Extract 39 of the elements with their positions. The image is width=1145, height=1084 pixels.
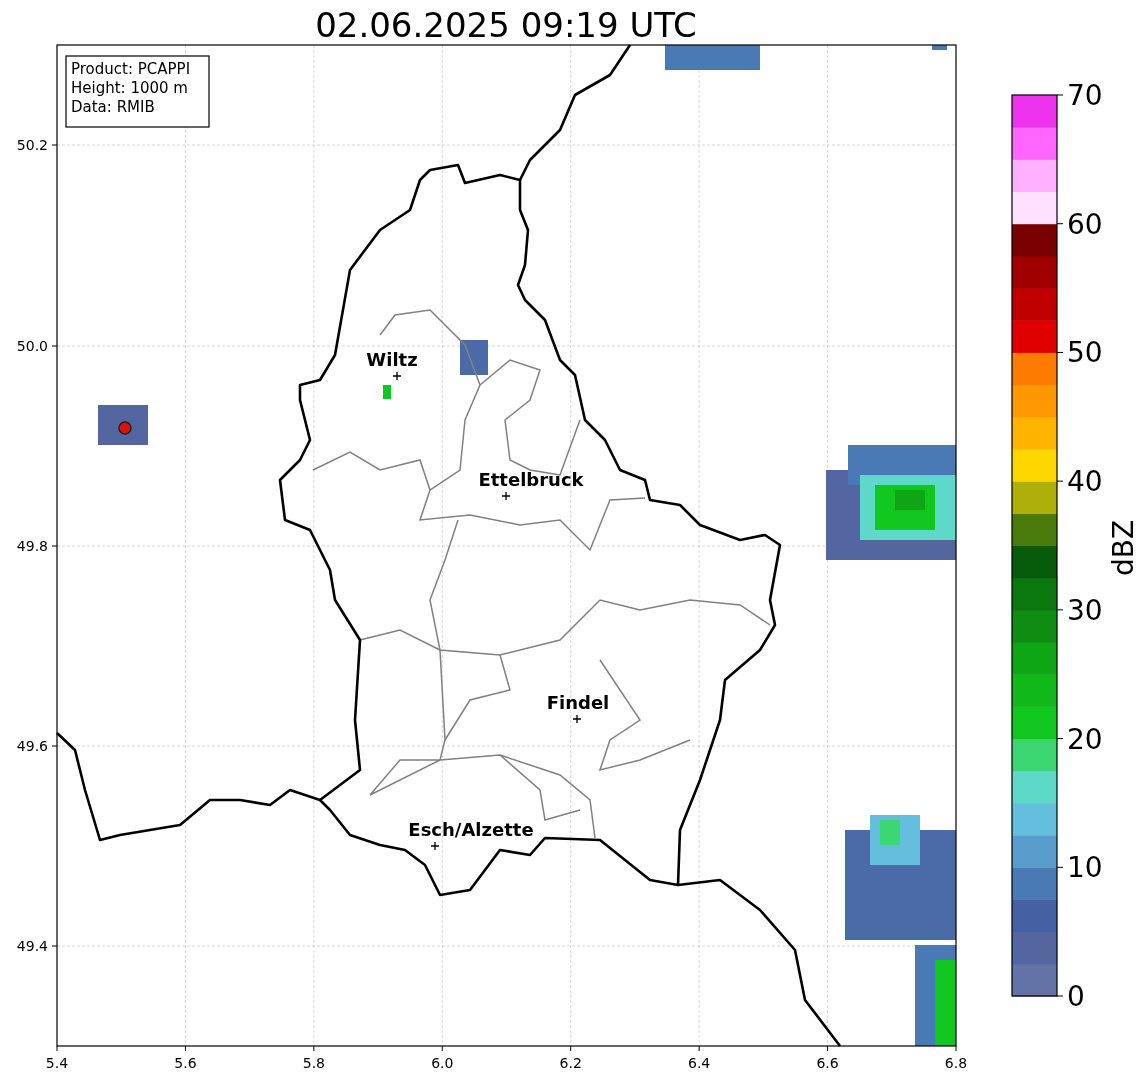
info-text: Product: PCAPPI [71,60,191,78]
axis-tick-label: 6.2 [559,1055,582,1071]
city-marker-icon [392,371,402,381]
city-label: Findel [546,692,610,713]
axis-tick-label: 49.6 [16,738,48,754]
city-marker-icon [572,714,582,724]
axis-tick-label: 6.0 [431,1055,454,1071]
city-marker-icon [430,841,440,851]
axis-tick-label: 6.8 [944,1055,968,1071]
colorbar-tick-label: 60 [1067,207,1103,241]
city-label: Esch/Alzette [408,819,534,840]
colorbar-tick-label: 20 [1067,722,1103,756]
chart-title: 02.06.2025 09:19 UTC [315,5,697,45]
colorbar-tick-label: 0 [1067,980,1085,1013]
axis-tick-label: 50.2 [16,137,48,153]
radar-echo-patch [932,45,947,50]
colorbar-tick-label: 70 [1067,79,1103,112]
info-text: Data: RMIB [71,98,155,116]
city-label: Ettelbruck [478,469,584,490]
axis-tick-label: 49.8 [16,538,48,554]
radar-echo-patch [98,405,148,445]
axis-tick-label: 5.4 [45,1055,69,1071]
axis-tick-label: 6.6 [816,1055,839,1071]
axis-tick-label: 5.6 [174,1055,197,1071]
colorbar-label: dBZ [1107,519,1140,577]
colorbar-tick-label: 40 [1067,465,1103,499]
axis-tick-label: 50.0 [16,338,48,354]
axis-tick-label: 6.4 [688,1055,711,1071]
radar-echo-patch [460,340,488,375]
radar-echo-patch [383,385,391,399]
colorbar-tick-label: 30 [1067,593,1103,627]
city-marker-icon [501,491,511,501]
info-text: Height: 1000 m [71,79,188,97]
colorbar-tick-label: 50 [1067,336,1103,370]
axis-tick-label: 49.4 [16,938,48,954]
axis-tick-label: 5.8 [302,1055,325,1071]
radar-site-icon [118,421,132,435]
city-label: Wiltz [366,349,418,370]
colorbar-tick-label: 10 [1067,851,1103,885]
